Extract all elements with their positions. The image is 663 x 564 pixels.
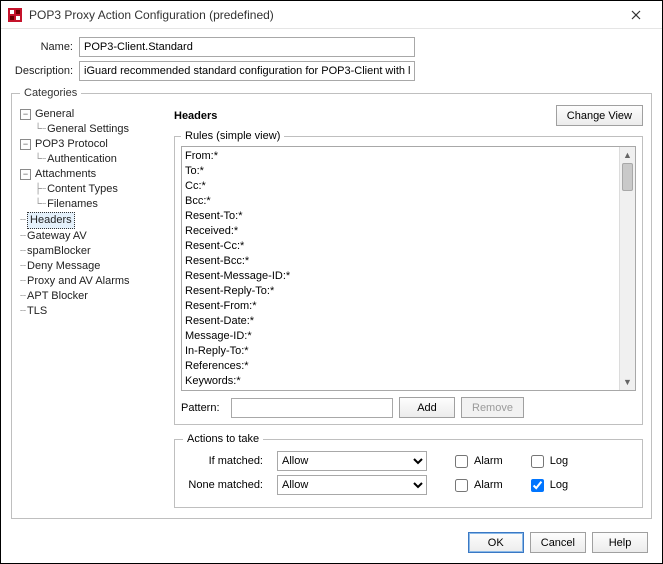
expand-icon[interactable]: − <box>20 169 31 180</box>
tree-headers[interactable]: Headers <box>27 212 75 229</box>
name-input[interactable] <box>79 37 415 57</box>
tree-attachments[interactable]: Attachments <box>35 167 96 182</box>
list-item[interactable]: In-Reply-To:* <box>185 344 632 359</box>
list-item[interactable]: Resent-Reply-To:* <box>185 284 632 299</box>
description-label: Description: <box>11 65 73 77</box>
pattern-label: Pattern: <box>181 402 225 414</box>
list-item[interactable]: Keywords:* <box>185 374 632 389</box>
remove-button[interactable]: Remove <box>461 397 524 418</box>
tree-apt-blocker[interactable]: APT Blocker <box>27 289 88 304</box>
name-label: Name: <box>11 41 73 53</box>
categories-tree[interactable]: −General └┄General Settings −POP3 Protoc… <box>20 105 168 508</box>
list-item[interactable]: Resent-Bcc:* <box>185 254 632 269</box>
list-item[interactable]: Resent-Message-ID:* <box>185 269 632 284</box>
description-input[interactable] <box>79 61 415 81</box>
tree-deny-message[interactable]: Deny Message <box>27 259 100 274</box>
tree-filenames[interactable]: Filenames <box>47 197 98 212</box>
section-title: Headers <box>174 110 217 122</box>
none-matched-select[interactable]: Allow <box>277 475 427 495</box>
if-matched-select[interactable]: Allow <box>277 451 427 471</box>
if-matched-alarm-checkbox[interactable] <box>455 455 468 468</box>
window-title: POP3 Proxy Action Configuration (predefi… <box>29 8 616 22</box>
tree-gateway-av[interactable]: Gateway AV <box>27 229 87 244</box>
tree-general-settings[interactable]: General Settings <box>47 122 129 137</box>
tree-authentication[interactable]: Authentication <box>47 152 117 167</box>
expand-icon[interactable]: − <box>20 139 31 150</box>
expand-icon[interactable]: − <box>20 109 31 120</box>
list-item[interactable]: Subject:* <box>185 389 632 390</box>
help-button[interactable]: Help <box>592 532 648 553</box>
list-item[interactable]: From:* <box>185 149 632 164</box>
list-item[interactable]: Received:* <box>185 224 632 239</box>
list-item[interactable]: Resent-Cc:* <box>185 239 632 254</box>
log-label: Log <box>550 479 568 491</box>
tree-content-types[interactable]: Content Types <box>47 182 118 197</box>
list-item[interactable]: References:* <box>185 359 632 374</box>
rules-legend: Rules (simple view) <box>181 130 284 142</box>
add-button[interactable]: Add <box>399 397 455 418</box>
if-matched-label: If matched: <box>183 455 263 467</box>
close-icon <box>631 10 641 20</box>
change-view-button[interactable]: Change View <box>556 105 643 126</box>
pattern-input[interactable] <box>231 398 393 418</box>
rules-listbox[interactable]: From:*To:*Cc:*Bcc:*Resent-To:*Received:*… <box>181 146 636 391</box>
scroll-down-icon[interactable]: ▼ <box>620 374 635 390</box>
scroll-up-icon[interactable]: ▲ <box>620 147 635 163</box>
log-label: Log <box>550 455 568 467</box>
none-matched-log-checkbox[interactable] <box>531 479 544 492</box>
alarm-label: Alarm <box>474 455 503 467</box>
list-item[interactable]: Resent-From:* <box>185 299 632 314</box>
list-item[interactable]: Bcc:* <box>185 194 632 209</box>
actions-legend: Actions to take <box>183 433 263 445</box>
scroll-thumb[interactable] <box>622 163 633 191</box>
alarm-label: Alarm <box>474 479 503 491</box>
tree-spamblocker[interactable]: spamBlocker <box>27 244 91 259</box>
scrollbar[interactable]: ▲ ▼ <box>619 147 635 390</box>
list-item[interactable]: Message-ID:* <box>185 329 632 344</box>
list-item[interactable]: Cc:* <box>185 179 632 194</box>
tree-general[interactable]: General <box>35 107 74 122</box>
list-item[interactable]: Resent-Date:* <box>185 314 632 329</box>
list-item[interactable]: Resent-To:* <box>185 209 632 224</box>
ok-button[interactable]: OK <box>468 532 524 553</box>
tree-proxy-av-alarms[interactable]: Proxy and AV Alarms <box>27 274 130 289</box>
tree-tls[interactable]: TLS <box>27 304 47 319</box>
close-button[interactable] <box>616 1 656 29</box>
none-matched-alarm-checkbox[interactable] <box>455 479 468 492</box>
tree-pop3-protocol[interactable]: POP3 Protocol <box>35 137 108 152</box>
cancel-button[interactable]: Cancel <box>530 532 586 553</box>
none-matched-label: None matched: <box>183 479 263 491</box>
categories-legend: Categories <box>20 87 81 99</box>
if-matched-log-checkbox[interactable] <box>531 455 544 468</box>
list-item[interactable]: To:* <box>185 164 632 179</box>
app-icon <box>7 7 23 23</box>
